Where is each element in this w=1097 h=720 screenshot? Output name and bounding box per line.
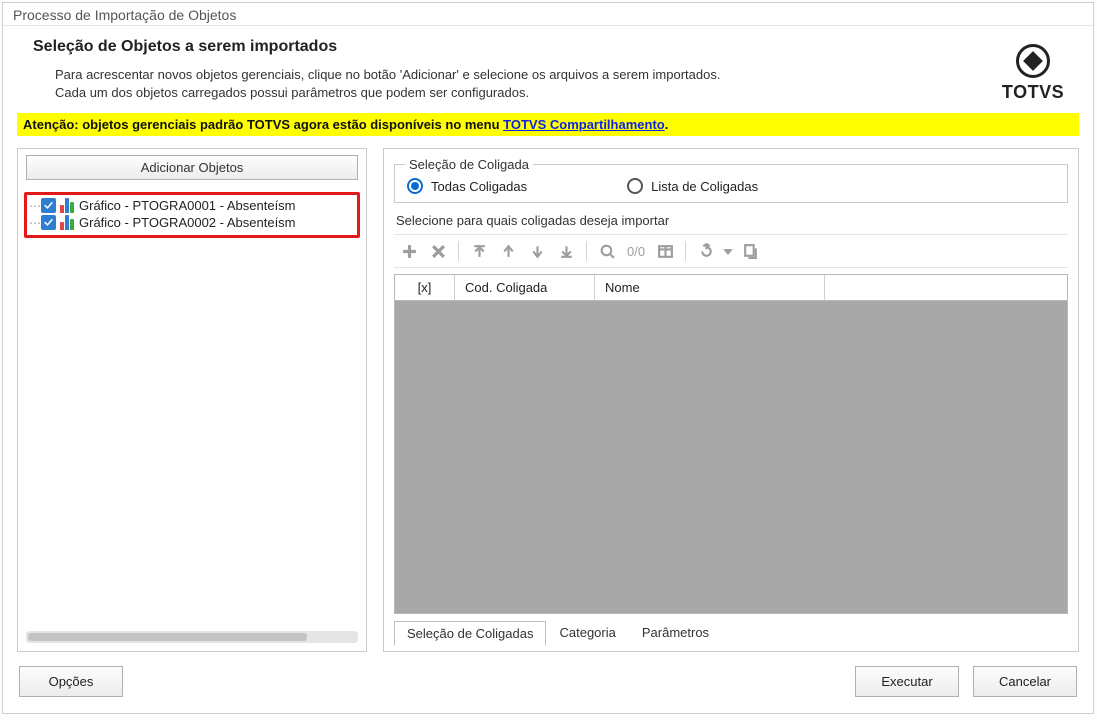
toolbar-separator: [685, 241, 686, 261]
highlighted-items-box: ⋯ Gráfico - PTOGRA0001 - Absenteísm ⋯: [24, 192, 360, 238]
coligada-legend: Seleção de Coligada: [405, 157, 533, 172]
radio-selected-icon: [407, 178, 423, 194]
add-objects-button[interactable]: Adicionar Objetos: [26, 155, 358, 180]
import-window: Processo de Importação de Objetos Seleçã…: [2, 2, 1094, 714]
tree-connector-icon: ⋯: [29, 216, 40, 230]
coligada-radio-row: Todas Coligadas Lista de Coligadas: [405, 178, 1057, 194]
toolbar-separator: [458, 241, 459, 261]
grid-header-row: [x] Cod. Coligada Nome: [395, 275, 1067, 301]
coligada-grid[interactable]: [x] Cod. Coligada Nome: [394, 274, 1068, 614]
radio-list-label: Lista de Coligadas: [651, 179, 758, 194]
radio-list-coligadas[interactable]: Lista de Coligadas: [627, 178, 758, 194]
header-area: Seleção de Objetos a serem importados Pa…: [3, 26, 1093, 105]
body-area: Adicionar Objetos ⋯ Gráfico - PTOGRA0001…: [3, 140, 1093, 652]
totvs-share-link[interactable]: TOTVS Compartilhamento: [503, 117, 665, 132]
prev-page-button[interactable]: [495, 239, 521, 263]
tab-selecao-coligadas[interactable]: Seleção de Coligadas: [394, 621, 546, 646]
export-dropdown-icon[interactable]: [722, 239, 734, 263]
chart-icon: [60, 198, 74, 213]
radio-all-coligadas[interactable]: Todas Coligadas: [407, 178, 527, 194]
grid-col-nome[interactable]: Nome: [595, 275, 825, 300]
notice-prefix: Atenção: objetos gerenciais padrão TOTVS…: [23, 117, 503, 132]
export-button[interactable]: [693, 239, 719, 263]
copy-button[interactable]: [737, 239, 763, 263]
window-titlebar: Processo de Importação de Objetos: [3, 3, 1093, 26]
add-row-button[interactable]: [396, 239, 422, 263]
grid-toolbar: 0/0: [394, 234, 1068, 268]
grid-col-cod-coligada[interactable]: Cod. Coligada: [455, 275, 595, 300]
chart-icon: [60, 215, 74, 230]
cancel-button[interactable]: Cancelar: [973, 666, 1077, 697]
footer-right: Executar Cancelar: [855, 666, 1077, 697]
brand-logo: TOTVS: [991, 38, 1075, 103]
object-item-1[interactable]: ⋯ Gráfico - PTOGRA0001 - Absenteísm: [29, 197, 355, 214]
page-title: Seleção de Objetos a serem importados: [33, 38, 991, 56]
checkbox-checked-icon[interactable]: [41, 215, 56, 230]
objects-tree[interactable]: ⋯ Gráfico - PTOGRA0001 - Absenteísm ⋯: [18, 186, 366, 627]
brand-logo-text: TOTVS: [991, 82, 1075, 103]
page-indicator: 0/0: [623, 244, 649, 259]
coligada-fieldset: Seleção de Coligada Todas Coligadas List…: [394, 157, 1068, 203]
grid-col-select[interactable]: [x]: [395, 275, 455, 300]
notice-suffix: .: [665, 117, 669, 132]
search-button[interactable]: [594, 239, 620, 263]
header-left: Seleção de Objetos a serem importados Pa…: [33, 38, 991, 103]
delete-row-button[interactable]: [425, 239, 451, 263]
footer-buttons: Opções Executar Cancelar: [3, 652, 1093, 713]
objects-panel: Adicionar Objetos ⋯ Gráfico - PTOGRA0001…: [17, 148, 367, 652]
next-page-button[interactable]: [524, 239, 550, 263]
object-item-label: Gráfico - PTOGRA0002 - Absenteísm: [79, 215, 296, 230]
tree-connector-icon: ⋯: [29, 199, 40, 213]
radio-all-label: Todas Coligadas: [431, 179, 527, 194]
totvs-logo-icon: [1016, 44, 1050, 78]
tab-parametros[interactable]: Parâmetros: [629, 620, 722, 645]
tab-categoria[interactable]: Categoria: [546, 620, 628, 645]
window-title: Processo de Importação de Objetos: [13, 7, 236, 23]
desc-line-2: Cada um dos objetos carregados possui pa…: [55, 85, 529, 100]
attention-notice: Atenção: objetos gerenciais padrão TOTVS…: [17, 113, 1079, 136]
last-page-button[interactable]: [553, 239, 579, 263]
radio-unselected-icon: [627, 178, 643, 194]
bottom-tabs: Seleção de Coligadas Categoria Parâmetro…: [394, 620, 1068, 645]
page-description: Para acrescentar novos objetos gerenciai…: [33, 66, 991, 102]
horizontal-scrollbar[interactable]: [26, 631, 358, 643]
grid-empty-body: [395, 301, 1067, 613]
coligada-panel: Seleção de Coligada Todas Coligadas List…: [383, 148, 1079, 652]
options-button[interactable]: Opções: [19, 666, 123, 697]
checkbox-checked-icon[interactable]: [41, 198, 56, 213]
columns-button[interactable]: [652, 239, 678, 263]
toolbar-separator: [586, 241, 587, 261]
object-item-label: Gráfico - PTOGRA0001 - Absenteísm: [79, 198, 296, 213]
object-item-2[interactable]: ⋯ Gráfico - PTOGRA0002 - Absenteísm: [29, 214, 355, 231]
desc-line-1: Para acrescentar novos objetos gerenciai…: [55, 67, 720, 82]
execute-button[interactable]: Executar: [855, 666, 959, 697]
coligada-sub-label: Selecione para quais coligadas deseja im…: [396, 213, 1068, 228]
first-page-button[interactable]: [466, 239, 492, 263]
